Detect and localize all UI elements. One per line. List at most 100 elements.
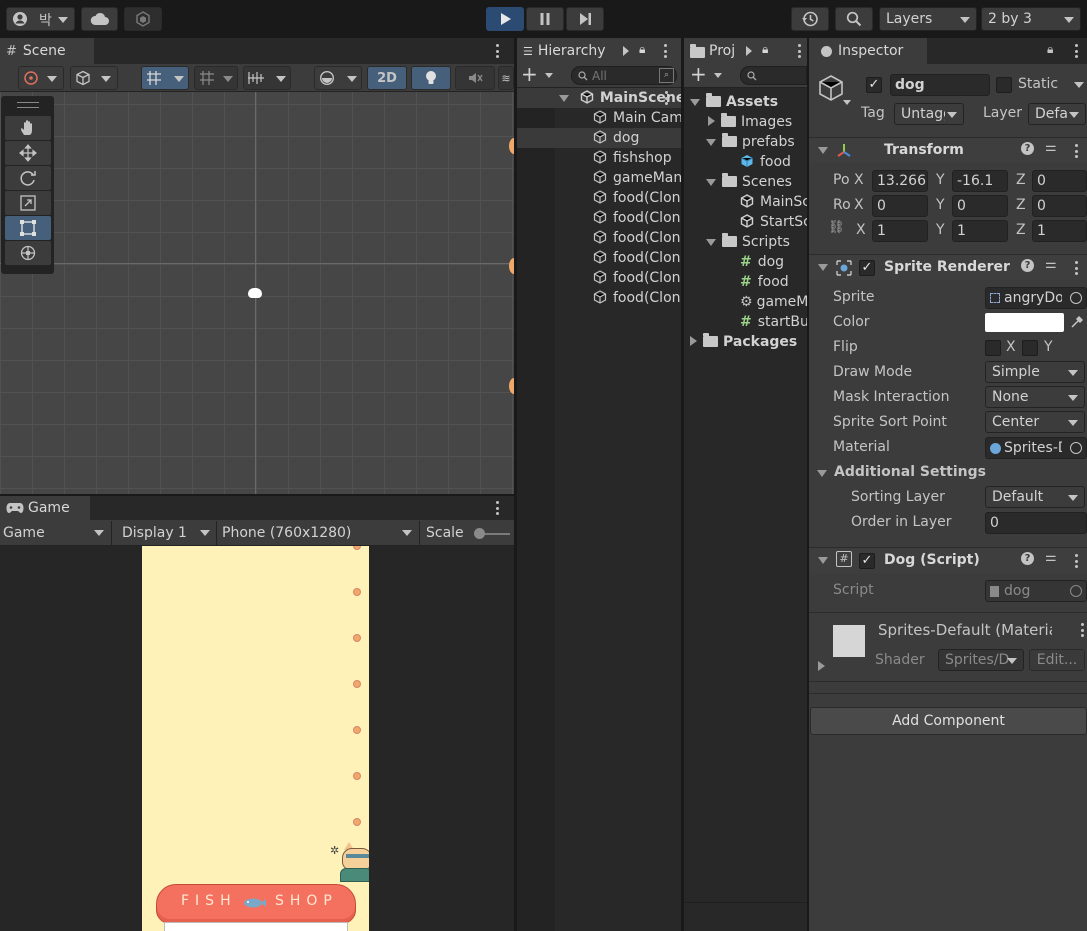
- tag-dropdown[interactable]: Untagged: [894, 103, 964, 125]
- lighting-toggle[interactable]: [411, 66, 451, 90]
- hierarchy-menu-kebab[interactable]: [663, 44, 667, 58]
- expand-arrow[interactable]: [818, 264, 828, 271]
- tab-inspector[interactable]: Inspector: [809, 38, 927, 64]
- search-by-type-icon[interactable]: ⌕: [659, 68, 674, 83]
- expand-arrow[interactable]: [690, 99, 700, 106]
- game-menu-kebab[interactable]: [495, 501, 499, 515]
- folder-prefabs[interactable]: prefabs: [706, 132, 795, 152]
- constrain-proportions-icon[interactable]: ⛓︎: [828, 220, 845, 235]
- expand-arrow[interactable]: [706, 139, 716, 146]
- collapse-arrow[interactable]: [818, 661, 825, 671]
- tab-project[interactable]: Project 🔒︎: [684, 38, 807, 64]
- folder-packages[interactable]: Packages: [690, 332, 797, 352]
- align-tools-dropdown[interactable]: [243, 66, 291, 90]
- grid-snap-toggle[interactable]: [141, 66, 189, 90]
- tab-hierarchy[interactable]: ☰ Hierarchy 🔒︎: [517, 38, 681, 64]
- scale-tool[interactable]: [5, 191, 51, 215]
- preset-sliders-icon[interactable]: ⚌: [1045, 550, 1057, 565]
- game-viewport[interactable]: ✲ FISH SHOP: [0, 546, 514, 931]
- asset-script-gamemanager[interactable]: ⚙gameManager: [740, 292, 807, 312]
- sorting-layer-dropdown[interactable]: Default: [985, 486, 1085, 508]
- dog-script-enabled-checkbox[interactable]: ✓: [859, 553, 875, 569]
- asset-scene-main[interactable]: MainScene: [740, 192, 807, 212]
- project-add-button[interactable]: +: [690, 64, 726, 86]
- active-checkbox[interactable]: ✓: [866, 77, 882, 93]
- scene-row-kebab[interactable]: [664, 91, 668, 105]
- material-object-field[interactable]: Sprites-Default: [985, 437, 1087, 459]
- expand-arrow[interactable]: [559, 95, 569, 102]
- play-button[interactable]: [486, 7, 524, 31]
- folder-assets[interactable]: Assets: [690, 92, 778, 112]
- dog-sprite-preview[interactable]: [248, 288, 262, 298]
- chevron-down-icon[interactable]: [1074, 82, 1084, 88]
- transform-header[interactable]: Transform ? ⚌: [809, 137, 1087, 163]
- asset-scene-start[interactable]: StartScene: [740, 212, 807, 232]
- hierarchy-item[interactable]: food(Clone): [517, 288, 681, 308]
- folder-scenes[interactable]: Scenes: [706, 172, 792, 192]
- inspector-menu-kebab[interactable]: [1074, 44, 1078, 58]
- mask-interaction-dropdown[interactable]: None: [985, 386, 1085, 408]
- hierarchy-item[interactable]: food(Clone): [517, 188, 681, 208]
- hierarchy-search-input[interactable]: [592, 68, 652, 83]
- scale-slider-handle[interactable]: [474, 528, 485, 539]
- shader-dropdown[interactable]: Sprites/Default: [938, 649, 1024, 671]
- add-component-button[interactable]: Add Component: [810, 707, 1087, 735]
- help-icon[interactable]: ?: [1021, 142, 1034, 155]
- hand-tool[interactable]: [5, 116, 51, 140]
- shader-edit-button[interactable]: Edit...: [1029, 649, 1085, 671]
- folder-images[interactable]: Images: [708, 112, 792, 132]
- cloud-button[interactable]: [81, 7, 118, 31]
- collapse-arrow[interactable]: [690, 336, 697, 346]
- search-button[interactable]: [835, 7, 873, 31]
- increment-snap-toggle[interactable]: [194, 66, 238, 90]
- expand-arrow[interactable]: [817, 470, 827, 477]
- sprite-sort-point-dropdown[interactable]: Center: [985, 411, 1085, 433]
- scale-z-field[interactable]: 1: [1032, 220, 1087, 242]
- scene-viewport[interactable]: [0, 92, 514, 494]
- audio-toggle[interactable]: [455, 66, 495, 90]
- object-picker-icon[interactable]: [1070, 442, 1082, 454]
- draw-mode-dropdown[interactable]: Simple: [985, 361, 1085, 383]
- tab-scene[interactable]: # Scene: [0, 38, 94, 64]
- color-swatch[interactable]: [985, 313, 1064, 332]
- expand-arrow[interactable]: [818, 557, 828, 564]
- expand-arrow[interactable]: [706, 179, 716, 186]
- component-menu-kebab[interactable]: [1074, 144, 1078, 158]
- layers-dropdown[interactable]: Layers: [879, 7, 977, 31]
- asset-script-dog[interactable]: # dog: [740, 252, 784, 272]
- preset-sliders-icon[interactable]: ⚌: [1045, 257, 1057, 272]
- palette-drag-handle[interactable]: [17, 102, 39, 108]
- mode-2d-toggle[interactable]: 2D: [367, 66, 407, 90]
- position-x-field[interactable]: 13.266: [872, 170, 928, 192]
- hierarchy-item[interactable]: fishshop: [517, 148, 681, 168]
- eyedropper-icon[interactable]: [1070, 315, 1084, 329]
- hierarchy-add-button[interactable]: +: [521, 64, 557, 86]
- collab-button[interactable]: [124, 7, 162, 31]
- static-checkbox[interactable]: [996, 77, 1012, 93]
- hierarchy-search-field[interactable]: ⌕: [571, 66, 677, 85]
- sprite-object-field[interactable]: angryDog: [985, 287, 1087, 309]
- preset-sliders-icon[interactable]: ⚌: [1045, 140, 1057, 155]
- position-z-field[interactable]: 0: [1032, 170, 1087, 192]
- component-menu-kebab[interactable]: [1074, 261, 1078, 275]
- move-tool[interactable]: [5, 141, 51, 165]
- pause-button[interactable]: [526, 7, 564, 31]
- position-y-field[interactable]: -16.1: [952, 170, 1008, 192]
- sprite-renderer-header[interactable]: ✓ Sprite Renderer ? ⚌: [809, 254, 1087, 280]
- transform-tool[interactable]: [5, 241, 51, 265]
- account-button[interactable]: 박: [6, 7, 75, 31]
- lock-icon[interactable]: 🔒︎: [1047, 42, 1053, 57]
- help-icon[interactable]: ?: [1021, 259, 1034, 272]
- asset-prefab-food[interactable]: food: [740, 152, 791, 172]
- draw-mode-dropdown[interactable]: [70, 66, 118, 90]
- layout-dropdown[interactable]: 2 by 3: [981, 7, 1081, 31]
- collapse-arrow[interactable]: [708, 116, 715, 126]
- step-button[interactable]: [566, 7, 604, 31]
- scene-menu-kebab[interactable]: [495, 44, 499, 58]
- gizmo-tools-dropdown[interactable]: [18, 66, 64, 90]
- game-view-dropdown[interactable]: Game: [0, 521, 110, 545]
- expand-arrow[interactable]: [706, 239, 716, 246]
- project-search-field[interactable]: [740, 66, 807, 85]
- flip-x-checkbox[interactable]: [985, 340, 1001, 356]
- rect-tool[interactable]: [5, 216, 51, 240]
